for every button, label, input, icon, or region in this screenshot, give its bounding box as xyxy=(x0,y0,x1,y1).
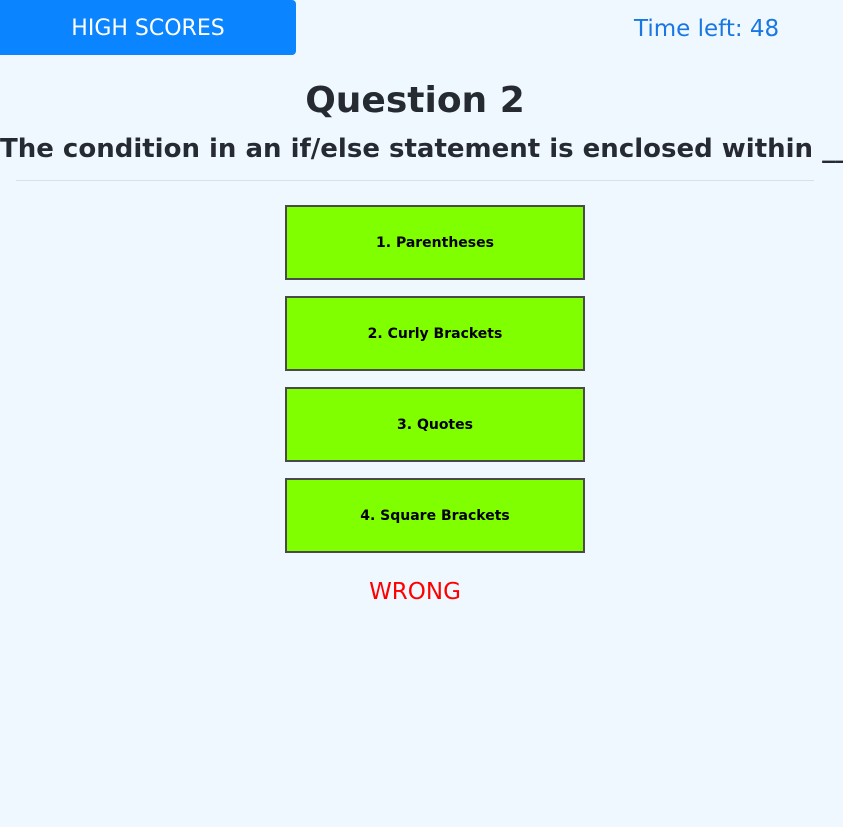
divider xyxy=(16,180,814,181)
answer-button-1[interactable]: 1. Parentheses xyxy=(285,205,585,280)
answer-feedback: WRONG xyxy=(369,579,461,605)
quiz-page: HIGH SCORES Time left: 48 Question 2 The… xyxy=(0,0,843,827)
high-scores-button[interactable]: HIGH SCORES xyxy=(0,0,296,55)
answer-button-3[interactable]: 3. Quotes xyxy=(285,387,585,462)
answer-button-4[interactable]: 4. Square Brackets xyxy=(285,478,585,553)
question-title: Question 2 xyxy=(305,80,525,121)
question-text: The condition in an if/else statement is… xyxy=(0,134,843,164)
time-left-display: Time left: 48 xyxy=(634,16,780,42)
answer-button-2[interactable]: 2. Curly Brackets xyxy=(285,296,585,371)
